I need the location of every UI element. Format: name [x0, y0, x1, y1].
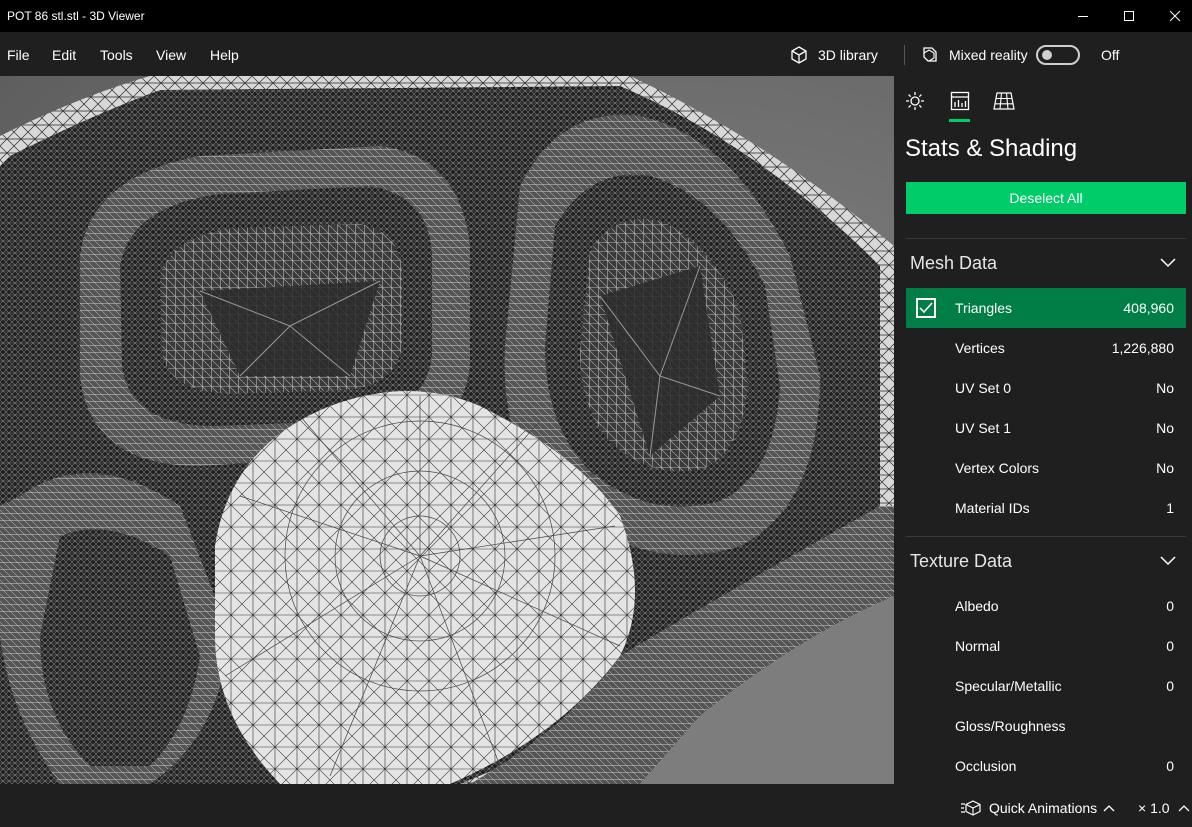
row-value: No — [1156, 380, 1174, 396]
grid-icon — [993, 92, 1015, 110]
maximize-button[interactable] — [1106, 0, 1152, 32]
row-value: 408,960 — [1123, 300, 1174, 316]
row-label: Gloss/Roughness — [955, 718, 1066, 734]
menu-tools[interactable]: Tools — [100, 47, 133, 63]
row-label: Material IDs — [955, 500, 1030, 516]
row-value: No — [1156, 420, 1174, 436]
toggle-state-label: Off — [1101, 47, 1120, 63]
stats-panel: Stats & Shading Deselect All Mesh Data T… — [894, 76, 1192, 784]
mesh-row-vertices: Vertices 1,226,880 — [906, 328, 1186, 368]
chevron-up-icon — [1178, 805, 1189, 812]
row-value: No — [1156, 460, 1174, 476]
texture-row-albedo: Albedo 0 — [906, 586, 1186, 626]
menu-edit[interactable]: Edit — [52, 47, 76, 63]
quick-animations-button[interactable]: Quick Animations — [960, 800, 1115, 816]
close-icon — [1169, 10, 1181, 22]
close-button[interactable] — [1152, 0, 1192, 32]
row-label: Specular/Metallic — [955, 678, 1062, 694]
texture-row-specular-metallic: Specular/Metallic 0 — [906, 666, 1186, 706]
3d-library-button[interactable]: 3D library — [789, 42, 878, 68]
animation-speed-button[interactable]: × 1.0 — [1138, 800, 1190, 816]
3d-library-label: 3D library — [818, 47, 878, 63]
texture-row-occlusion: Occlusion 0 — [906, 746, 1186, 784]
mixed-reality-label: Mixed reality — [949, 47, 1028, 63]
row-label: Occlusion — [955, 758, 1017, 774]
section-divider — [906, 238, 1186, 239]
quick-animations-label: Quick Animations — [989, 800, 1098, 816]
row-value: 0 — [1166, 598, 1174, 614]
3d-viewport[interactable] — [0, 76, 894, 784]
toggle-switch[interactable] — [1036, 45, 1080, 65]
minimize-icon — [1078, 16, 1088, 17]
mesh-row-triangles[interactable]: Triangles 408,960 — [906, 288, 1186, 328]
animation-icon — [961, 800, 981, 816]
chevron-up-icon — [1103, 805, 1115, 812]
animation-speed-label: × 1.0 — [1138, 800, 1170, 816]
mesh-data-heading: Mesh Data — [910, 253, 998, 273]
row-label: Normal — [955, 638, 1001, 654]
texture-row-normal: Normal 0 — [906, 626, 1186, 666]
title-bar: POT 86 stl.stl - 3D Viewer — [0, 0, 1192, 32]
tab-lighting[interactable] — [903, 90, 927, 112]
row-value: 1 — [1166, 500, 1174, 516]
sun-icon — [906, 92, 924, 110]
panel-title: Stats & Shading — [905, 135, 1078, 162]
row-label: Albedo — [955, 598, 999, 614]
row-value: 0 — [1166, 758, 1174, 774]
triangles-checkbox[interactable] — [916, 298, 936, 318]
chevron-down-icon — [1160, 258, 1176, 268]
toggle-knob — [1042, 50, 1052, 60]
texture-row-gloss-roughness: Gloss/Roughness — [906, 706, 1186, 746]
cube-icon — [791, 46, 807, 64]
row-label: Vertex Colors — [955, 460, 1040, 476]
mesh-row-vertex-colors: Vertex Colors No — [906, 448, 1186, 488]
check-icon — [919, 302, 933, 314]
row-label: UV Set 1 — [955, 420, 1012, 436]
row-value: 0 — [1166, 638, 1174, 654]
mesh-render — [0, 76, 894, 784]
row-label: Vertices — [955, 340, 1005, 356]
mixed-reality-icon — [923, 47, 937, 62]
mixed-reality-toggle[interactable]: Off — [1036, 42, 1119, 68]
toolbar-divider — [904, 45, 905, 65]
mesh-row-uv-set-0: UV Set 0 No — [906, 368, 1186, 408]
tab-grid[interactable] — [992, 90, 1016, 112]
mixed-reality-button[interactable]: Mixed reality — [920, 42, 1028, 68]
section-divider — [906, 536, 1186, 537]
mesh-row-material-ids: Material IDs 1 — [906, 488, 1186, 528]
menu-view[interactable]: View — [156, 47, 186, 63]
chevron-down-icon — [1160, 556, 1176, 566]
window-title: POT 86 stl.stl - 3D Viewer — [7, 9, 145, 23]
menu-file[interactable]: File — [7, 47, 30, 63]
row-label: Triangles — [955, 300, 1013, 316]
stats-icon — [950, 91, 970, 111]
minimize-button[interactable] — [1060, 0, 1106, 32]
row-label: UV Set 0 — [955, 380, 1012, 396]
mesh-row-uv-set-1: UV Set 1 No — [906, 408, 1186, 448]
row-value: 1,226,880 — [1111, 340, 1174, 356]
row-value: 0 — [1166, 678, 1174, 694]
menu-help[interactable]: Help — [210, 47, 239, 63]
deselect-all-button[interactable]: Deselect All — [906, 182, 1186, 214]
status-bar: Quick Animations × 1.0 — [0, 784, 1192, 827]
texture-data-heading: Texture Data — [910, 551, 1013, 571]
tab-stats[interactable] — [948, 90, 972, 112]
active-tab-indicator — [949, 119, 970, 122]
menu-bar: File Edit Tools View Help 3D library Mix… — [0, 32, 1192, 76]
maximize-icon — [1124, 11, 1134, 21]
